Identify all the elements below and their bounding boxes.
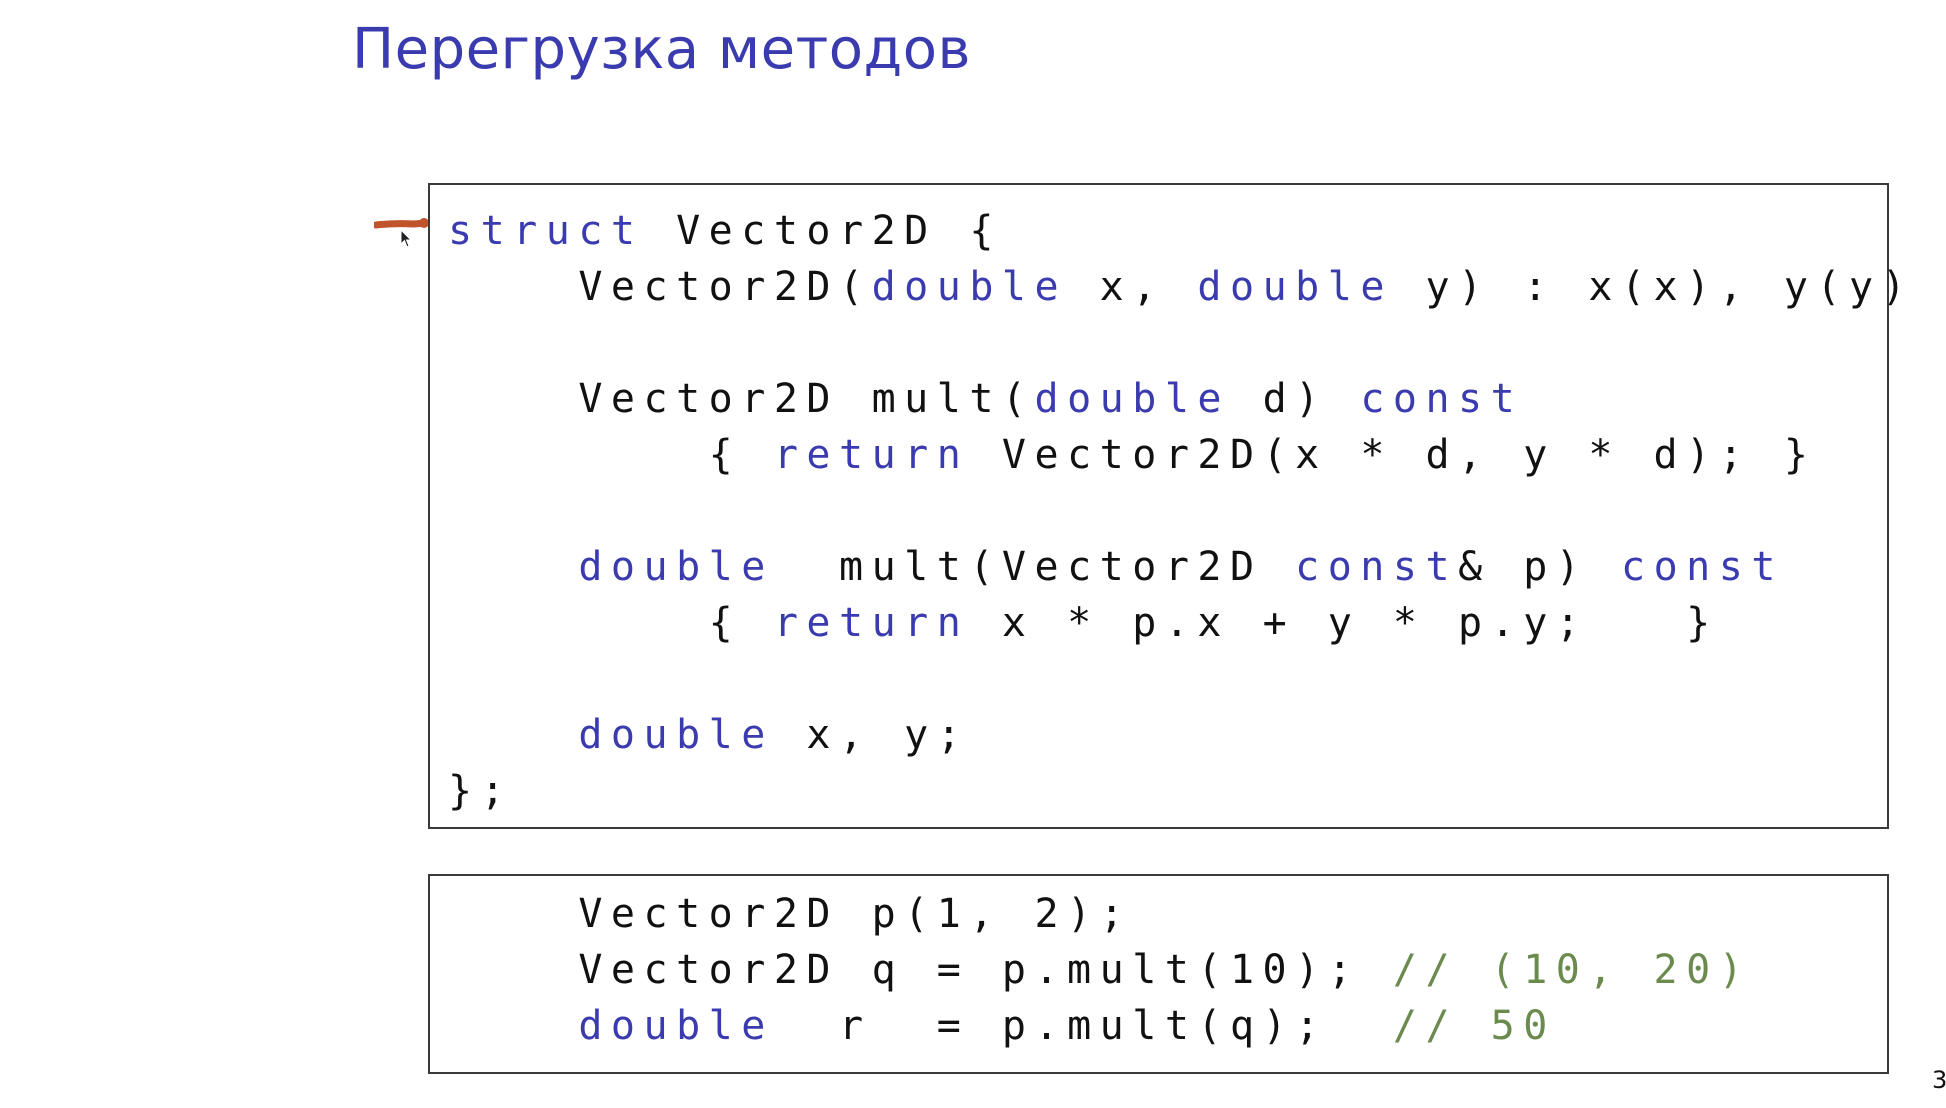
code-text: r = p.mult(q); [773, 1003, 1393, 1049]
code-line: double r = p.mult(q); // 50 [448, 998, 1751, 1054]
code-keyword: double [1034, 376, 1230, 422]
code-keyword: const [1360, 376, 1524, 422]
code-keyword: double [578, 1003, 774, 1049]
code-text: Vector2D { [643, 208, 1002, 254]
code-keyword: const [1620, 544, 1784, 590]
code-keyword: double [1197, 264, 1393, 310]
code-listing-usage: Vector2D p(1, 2); Vector2D q = p.mult(10… [448, 886, 1751, 1054]
code-keyword: double [578, 712, 774, 758]
code-keyword: const [1295, 544, 1459, 590]
code-block-struct: struct Vector2D { Vector2D(double x, dou… [428, 183, 1906, 829]
code-text: Vector2D( [448, 264, 872, 310]
code-line: double mult(Vector2D const& p) const [448, 539, 1946, 595]
code-text: Vector2D q = p.mult(10); [448, 947, 1393, 993]
code-text: { [448, 432, 774, 478]
code-line: Vector2D p(1, 2); [448, 886, 1751, 942]
code-keyword: return [773, 432, 970, 478]
code-text: Vector2D mult( [448, 376, 1035, 422]
code-text: mult(Vector2D [773, 544, 1296, 590]
code-text: Vector2D p(1, 2); [448, 891, 1133, 937]
code-keyword: double [871, 264, 1068, 310]
code-line: { return Vector2D(x * d, y * d); } [448, 427, 1946, 483]
code-line: double x, y; [448, 707, 1946, 763]
code-text: { [448, 600, 774, 646]
mouse-cursor-icon [400, 229, 413, 248]
page-number: 3 [1932, 1066, 1946, 1094]
code-keyword: struct [448, 208, 644, 254]
code-comment: // 50 [1392, 1003, 1556, 1049]
code-listing-struct: struct Vector2D { Vector2D(double x, dou… [448, 203, 1946, 819]
code-text: & p) [1458, 544, 1621, 590]
code-keyword: double [578, 544, 774, 590]
code-text: Vector2D(x * d, y * d); } [969, 432, 1817, 478]
code-text: y) : x(x), y(y) {} [1425, 264, 1915, 310]
code-text: x, [1067, 264, 1198, 310]
code-line: Vector2D mult(double d) const [448, 371, 1946, 427]
code-comment: // (10, 20) [1392, 947, 1752, 993]
code-block-usage: Vector2D p(1, 2); Vector2D q = p.mult(10… [428, 874, 1889, 1074]
code-keyword: return [773, 600, 970, 646]
code-text: d) [1229, 376, 1361, 422]
code-line: { return x * p.x + y * p.y; } [448, 595, 1946, 651]
code-line: Vector2D(double x, double y) : x(x), y(y… [448, 259, 1946, 315]
code-text: }; [448, 768, 514, 814]
code-line: Vector2D q = p.mult(10); // (10, 20) [448, 942, 1751, 998]
code-text: x, y; [773, 712, 970, 758]
code-line: }; [448, 763, 1946, 819]
slide-title: Перегрузка методов [352, 17, 971, 82]
code-line: struct Vector2D { [448, 203, 1946, 259]
code-text: x * p.x + y * p.y; } [969, 600, 1719, 646]
